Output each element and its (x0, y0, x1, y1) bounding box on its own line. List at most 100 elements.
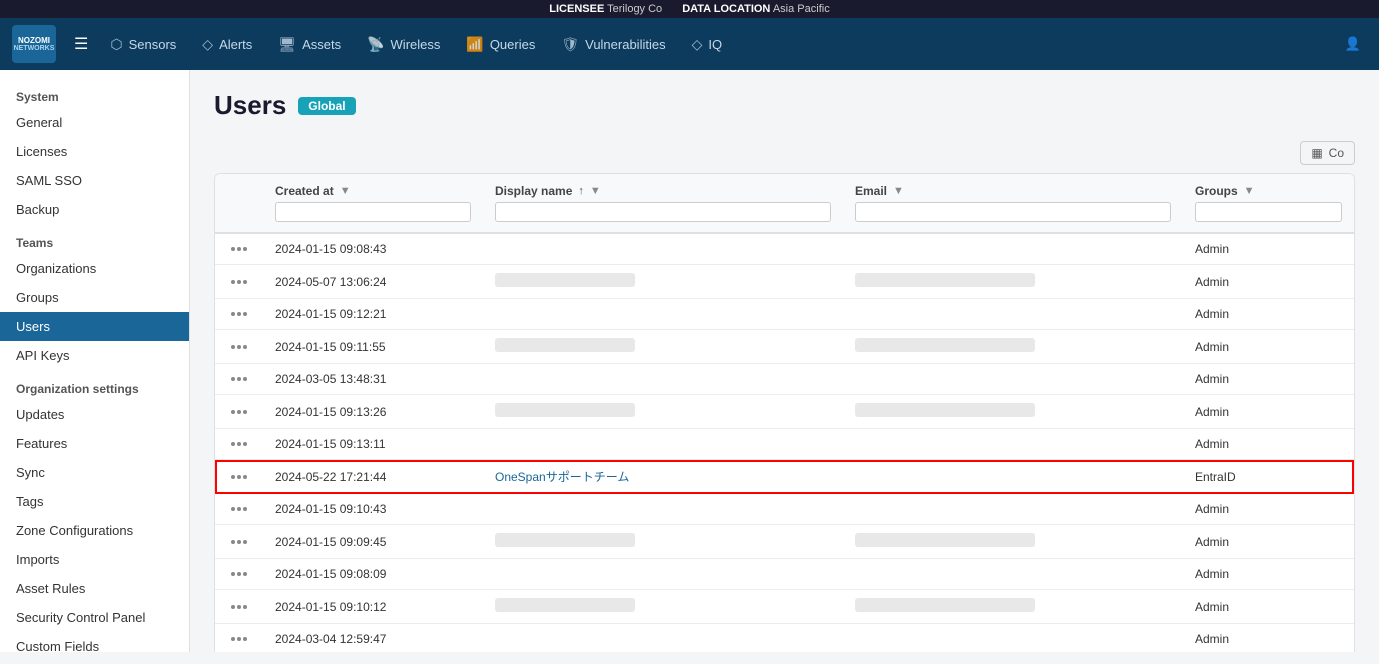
row-groups: Admin (1183, 429, 1354, 460)
nav-item-alerts[interactable]: ◇ Alerts (190, 30, 264, 59)
row-menu-button[interactable] (227, 633, 251, 645)
sidebar-item-general[interactable]: General (0, 108, 189, 137)
row-groups: Admin (1183, 233, 1354, 265)
display-name-sort-icon[interactable]: ↑ (578, 185, 584, 197)
table-body: 2024-01-15 09:08:43Admin2024-05-07 13:06… (215, 233, 1354, 652)
groups-filter-icon[interactable]: ▼ (1244, 185, 1255, 197)
row-groups: Admin (1183, 590, 1354, 624)
layout: System General Licenses SAML SSO Backup … (0, 70, 1379, 652)
table-row: 2024-01-15 09:10:43Admin (215, 494, 1354, 525)
logo-box: NOZOMI NETWORKS (12, 25, 56, 63)
table-row: 2024-01-15 09:11:55Admin (215, 330, 1354, 364)
row-created-at: 2024-01-15 09:10:43 (263, 494, 483, 525)
row-created-at: 2024-01-15 09:13:26 (263, 395, 483, 429)
row-menu-button[interactable] (227, 341, 251, 353)
sidebar-item-api-keys[interactable]: API Keys (0, 341, 189, 370)
hamburger-button[interactable]: ☰ (68, 28, 94, 60)
row-actions-cell (215, 494, 263, 525)
nav-item-iq[interactable]: ◇ IQ (680, 30, 735, 59)
row-display-name (483, 299, 843, 330)
row-display-name (483, 624, 843, 653)
row-created-at: 2024-01-15 09:11:55 (263, 330, 483, 364)
row-menu-button[interactable] (227, 406, 251, 418)
sidebar-item-tags[interactable]: Tags (0, 487, 189, 516)
row-menu-button[interactable] (227, 536, 251, 548)
sidebar-item-users[interactable]: Users (0, 312, 189, 341)
main-content: Users Global ▦ Co Created at ▼ (190, 70, 1379, 652)
sidebar-item-licenses[interactable]: Licenses (0, 137, 189, 166)
assets-icon: 🖥 (278, 36, 296, 53)
row-menu-button[interactable] (227, 438, 251, 450)
row-menu-button[interactable] (227, 503, 251, 515)
sidebar-item-zone-configurations[interactable]: Zone Configurations (0, 516, 189, 545)
queries-icon: 📶 (466, 36, 483, 53)
sidebar-item-asset-rules[interactable]: Asset Rules (0, 574, 189, 603)
columns-button[interactable]: ▦ Co (1300, 141, 1355, 165)
row-actions-cell (215, 559, 263, 590)
row-menu-button[interactable] (227, 373, 251, 385)
email-filter-icon[interactable]: ▼ (893, 185, 904, 197)
wireless-icon: 📡 (367, 36, 384, 53)
row-email (843, 559, 1183, 590)
display-name-filter-icon[interactable]: ▼ (590, 185, 601, 197)
row-menu-button[interactable] (227, 308, 251, 320)
row-groups: EntraID (1183, 460, 1354, 494)
row-email (843, 330, 1183, 364)
row-email (843, 265, 1183, 299)
row-groups: Admin (1183, 299, 1354, 330)
sidebar-item-saml-sso[interactable]: SAML SSO (0, 166, 189, 195)
row-actions-cell (215, 330, 263, 364)
sensors-icon: ⬡ (110, 36, 122, 53)
sidebar-item-sync[interactable]: Sync (0, 458, 189, 487)
col-actions (215, 174, 263, 233)
table-row: 2024-01-15 09:08:09Admin (215, 559, 1354, 590)
row-created-at: 2024-01-15 09:09:45 (263, 525, 483, 559)
col-groups: Groups ▼ (1183, 174, 1354, 233)
nav-item-assets[interactable]: 🖥 Assets (266, 30, 353, 59)
sidebar-item-custom-fields[interactable]: Custom Fields (0, 632, 189, 652)
email-filter-input[interactable] (855, 202, 1171, 222)
row-actions-cell (215, 525, 263, 559)
row-actions-cell (215, 233, 263, 265)
table-row: 2024-01-15 09:09:45 Admin (215, 525, 1354, 559)
nav-item-queries[interactable]: 📶 Queries (454, 30, 547, 59)
global-badge: Global (298, 97, 355, 115)
top-banner: LICENSEE Terilogy Co DATA LOCATION Asia … (0, 0, 1379, 18)
iq-icon: ◇ (692, 36, 703, 53)
row-display-name (483, 429, 843, 460)
nav-items: ⬡ Sensors ◇ Alerts 🖥 Assets 📡 Wireless 📶… (98, 30, 1334, 59)
page-title: Users (214, 90, 286, 121)
row-menu-button[interactable] (227, 601, 251, 613)
col-display-name-label: Display name (495, 184, 572, 198)
sidebar-item-updates[interactable]: Updates (0, 400, 189, 429)
nav-item-vulnerabilities[interactable]: 🛡 Vulnerabilities (549, 30, 677, 59)
row-groups: Admin (1183, 265, 1354, 299)
row-email (843, 429, 1183, 460)
data-location-label: DATA LOCATION Asia Pacific (682, 3, 830, 15)
row-display-name (483, 233, 843, 265)
sidebar-item-organizations[interactable]: Organizations (0, 254, 189, 283)
nav-item-wireless[interactable]: 📡 Wireless (355, 30, 452, 59)
sidebar-item-backup[interactable]: Backup (0, 195, 189, 224)
groups-filter-input[interactable] (1195, 202, 1342, 222)
sidebar-item-groups[interactable]: Groups (0, 283, 189, 312)
row-email (843, 624, 1183, 653)
row-display-name (483, 494, 843, 525)
nav-item-sensors[interactable]: ⬡ Sensors (98, 30, 188, 59)
users-table: Created at ▼ Display name ↑ ▼ (215, 174, 1354, 652)
created-at-filter-icon[interactable]: ▼ (340, 185, 351, 197)
col-display-name: Display name ↑ ▼ (483, 174, 843, 233)
navbar: NOZOMI NETWORKS ☰ ⬡ Sensors ◇ Alerts 🖥 A… (0, 18, 1379, 70)
created-at-filter-input[interactable] (275, 202, 471, 222)
row-menu-button[interactable] (227, 276, 251, 288)
row-display-name: OneSpanサポートチーム (483, 460, 843, 494)
row-groups: Admin (1183, 525, 1354, 559)
sidebar-item-security-control-panel[interactable]: Security Control Panel (0, 603, 189, 632)
row-menu-button[interactable] (227, 568, 251, 580)
sidebar-item-imports[interactable]: Imports (0, 545, 189, 574)
display-name-filter-input[interactable] (495, 202, 831, 222)
row-menu-button[interactable] (227, 243, 251, 255)
row-menu-button[interactable] (227, 471, 251, 483)
sidebar-item-features[interactable]: Features (0, 429, 189, 458)
nav-profile[interactable]: 👤 (1339, 30, 1367, 58)
